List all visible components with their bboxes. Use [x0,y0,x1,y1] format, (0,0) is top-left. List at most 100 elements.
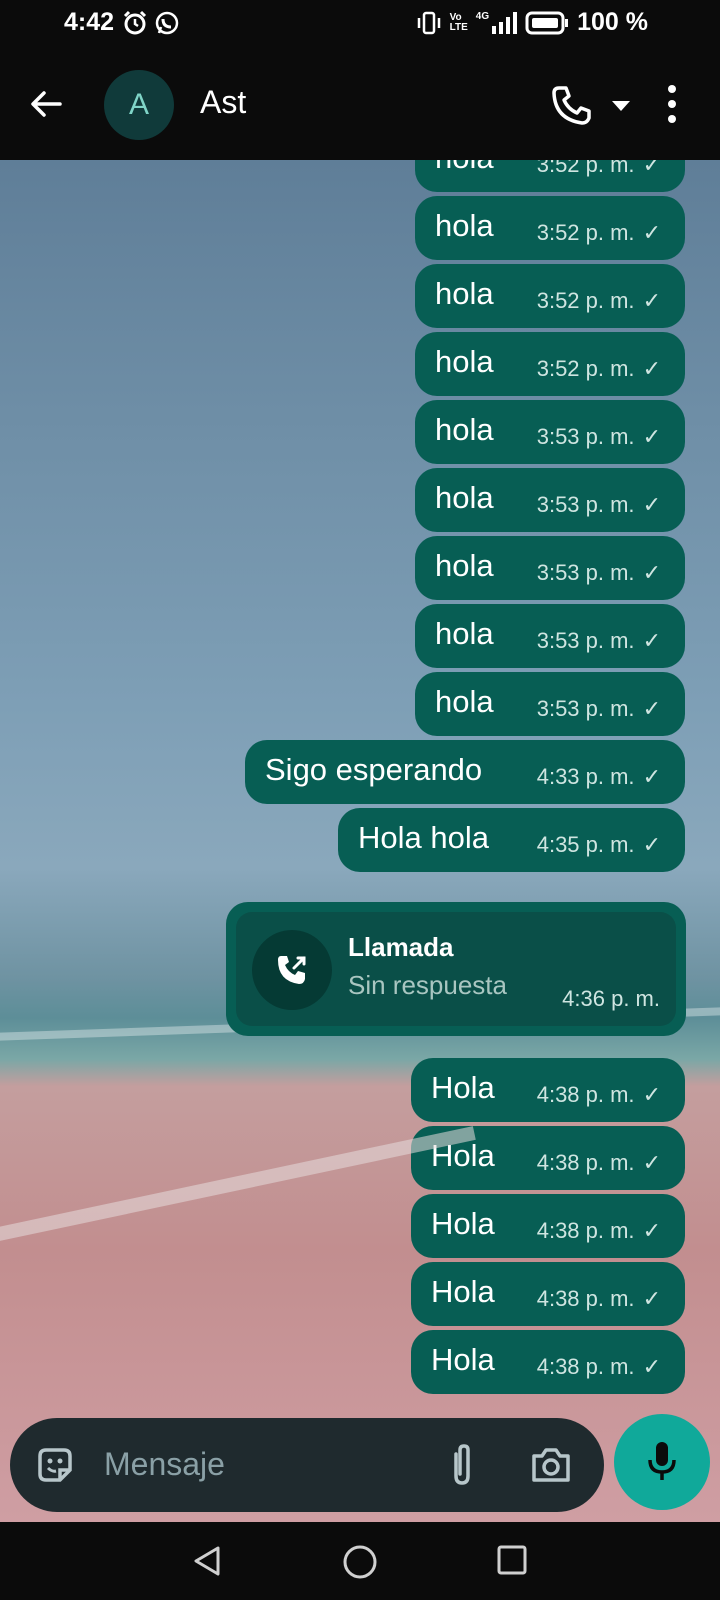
nav-recents-icon[interactable] [496,1544,528,1576]
message-bubble[interactable]: hola 3:53 p. m. ✓ [415,604,685,668]
message-text: Hola [431,1274,495,1309]
message-time: 3:52 p. m. [536,356,635,381]
attach-icon[interactable] [442,1442,482,1488]
message-input[interactable]: Mensaje [104,1446,225,1483]
chat-area[interactable]: hola 3:52 p. m. ✓ hola 3:52 p. m. ✓ hola 3… [0,160,720,1522]
battery-icon [525,11,569,34]
message-time: 3:52 p. m. [536,160,635,177]
message-text: hola [435,684,494,719]
message-bubble[interactable]: Hola 4:38 p. m. ✓ [411,1262,685,1326]
message-text: hola [435,480,494,515]
message-bubble[interactable]: hola 3:53 p. m. ✓ [415,400,685,464]
message-bubble[interactable]: hola 3:52 p. m. ✓ [415,196,685,260]
message-time: 4:38 p. m. [536,1150,635,1175]
call-log-bubble[interactable]: Llamada Sin respuesta 4:36 p. m. [226,902,686,1036]
message-composer[interactable]: Mensaje [10,1418,604,1512]
message-bubble[interactable]: Hola 4:38 p. m. ✓ [411,1126,685,1190]
status-bar: 4:42 Vo LTE 4G 100 % [0,0,720,48]
whatsapp-icon [155,11,179,35]
signal-icon [492,11,518,34]
message-bubble[interactable]: hola 3:53 p. m. ✓ [415,468,685,532]
sent-check-icon: ✓ [642,492,661,517]
message-text: hola [435,160,494,176]
message-text: Hola hola [358,820,489,855]
chat-header: A Ast [0,48,720,160]
message-time: 4:38 p. m. [536,1218,635,1243]
sent-check-icon: ✓ [642,160,661,177]
status-notification-icons [122,10,180,36]
message-bubble[interactable]: Hola hola 4:35 p. m. ✓ [338,808,685,872]
message-time: 4:38 p. m. [536,1354,635,1379]
mic-icon [648,1442,676,1480]
nav-back-icon[interactable] [190,1544,224,1578]
message-text: hola [435,412,494,447]
message-text: Hola [431,1070,495,1105]
avatar-letter: A [128,88,149,121]
avatar[interactable]: A [104,70,174,140]
message-text: hola [435,616,494,651]
message-text: hola [435,276,494,311]
nav-home-icon[interactable] [342,1544,378,1580]
message-bubble[interactable]: hola 3:52 p. m. ✓ [415,332,685,396]
caret-down-icon[interactable] [610,98,632,114]
message-bubble[interactable]: Hola 4:38 p. m. ✓ [411,1330,685,1394]
message-time: 3:52 p. m. [536,220,635,245]
sent-check-icon: ✓ [642,1218,661,1243]
missed-call-icon [252,930,332,1010]
sent-check-icon: ✓ [642,1354,661,1379]
message-bubble[interactable]: hola 3:52 p. m. ✓ [415,264,685,328]
message-bubble[interactable]: Sigo esperando 4:33 p. m. ✓ [245,740,685,804]
message-bubble[interactable]: hola 3:53 p. m. ✓ [415,536,685,600]
sent-check-icon: ✓ [642,832,661,857]
sent-check-icon: ✓ [642,288,661,313]
battery-percent: 100 % [577,8,648,36]
voice-record-button[interactable] [614,1414,710,1510]
camera-icon[interactable] [528,1442,574,1488]
message-text: Sigo esperando [265,752,483,787]
sent-check-icon: ✓ [642,356,661,381]
volte-indicator: Vo LTE [449,11,468,33]
status-system-icons: Vo LTE 4G 100 % [416,8,648,37]
message-time: 3:53 p. m. [536,628,635,653]
network-type: 4G [475,10,490,22]
message-time: 4:38 p. m. [536,1286,635,1311]
message-text: hola [435,548,494,583]
message-time: 3:53 p. m. [536,492,635,517]
sent-check-icon: ✓ [642,220,661,245]
message-time: 4:38 p. m. [536,1082,635,1107]
message-time: 3:53 p. m. [536,696,635,721]
sent-check-icon: ✓ [642,424,661,449]
message-text: hola [435,208,494,243]
message-bubble[interactable]: hola 3:53 p. m. ✓ [415,672,685,736]
message-bubble[interactable]: Hola 4:38 p. m. ✓ [411,1194,685,1258]
phone-icon[interactable] [550,84,592,126]
message-text: Hola [431,1342,495,1377]
sent-check-icon: ✓ [642,1082,661,1107]
message-time: 4:35 p. m. [536,832,635,857]
system-navigation-bar [0,1522,720,1600]
sent-check-icon: ✓ [642,1286,661,1311]
sent-check-icon: ✓ [642,696,661,721]
sent-check-icon: ✓ [642,1150,661,1175]
back-arrow-icon[interactable] [26,84,66,124]
call-log-card: Llamada Sin respuesta 4:36 p. m. [236,912,676,1026]
sent-check-icon: ✓ [642,764,661,789]
message-text: Hola [431,1206,495,1241]
message-bubble[interactable]: hola 3:52 p. m. ✓ [415,160,685,192]
contact-name[interactable]: Ast [200,84,246,121]
message-time: 3:53 p. m. [536,424,635,449]
message-time: 3:52 p. m. [536,288,635,313]
message-time: 3:53 p. m. [536,560,635,585]
vibrate-icon [417,11,440,34]
sent-check-icon: ✓ [642,628,661,653]
more-vert-icon[interactable] [664,84,680,124]
message-time: 4:33 p. m. [536,764,635,789]
status-time: 4:42 [64,8,115,36]
sticker-icon[interactable] [34,1444,76,1486]
message-text: Hola [431,1138,495,1173]
call-status: Sin respuesta [348,970,507,1000]
message-bubble[interactable]: Hola 4:38 p. m. ✓ [411,1058,685,1122]
sent-check-icon: ✓ [642,560,661,585]
call-time: 4:36 p. m. [562,986,660,1011]
alarm-icon [123,10,147,35]
